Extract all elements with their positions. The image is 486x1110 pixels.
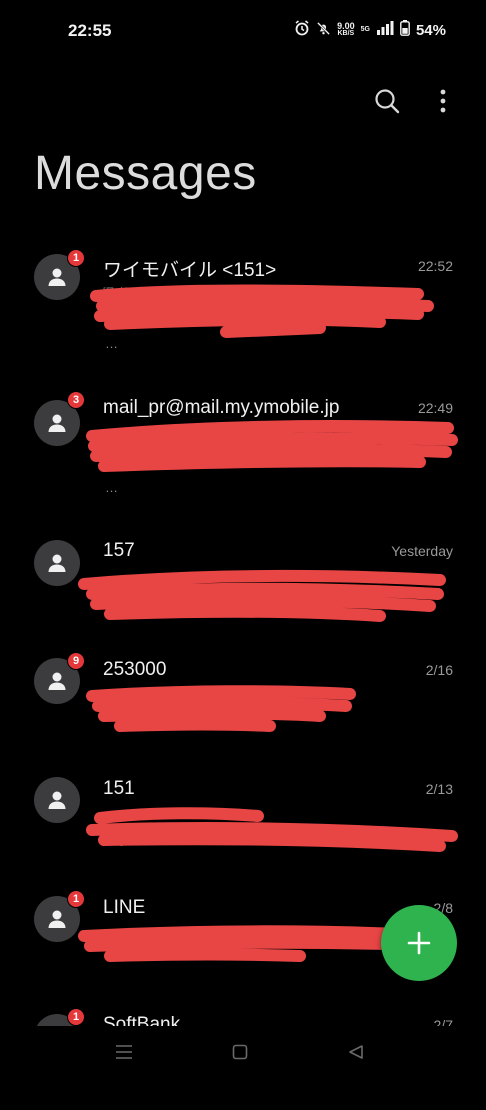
message-snippet: [151] ご案内 詳細は以下をご確認ください © [103,836,282,846]
new-message-button[interactable] [381,905,457,981]
avatar [34,540,80,586]
avatar [34,777,80,823]
recent-apps-icon[interactable] [112,1040,136,1064]
snippet-ellipsis: … [105,336,118,351]
battery-level: 54% [415,21,446,39]
alarm-icon [294,20,310,40]
sender-name: 151 [103,778,135,799]
battery-icon [400,20,410,40]
sender-name: 157 [103,540,135,561]
unread-badge: 1 [67,890,85,908]
sender-name: mail_pr@mail.my.ymobile.jp [103,397,340,418]
message-time: 22:49 [417,400,453,416]
message-time: Yesterday [391,543,453,559]
unread-badge: 1 [67,249,85,267]
back-icon[interactable] [344,1040,368,1064]
network-speed: 9.00 KB/S [337,21,355,38]
message-time: 22:52 [417,258,453,274]
navigation-bar [0,1026,486,1080]
person-icon [48,554,66,572]
person-icon [48,268,66,286]
message-snippet: [Y!mobile] お知らせ メールの内容はこちらからご確認ください [103,429,355,439]
person-icon [48,910,66,928]
message-snippet: [253000] 認証コードのお知らせ [103,690,231,700]
unread-badge: 1 [67,1008,85,1026]
conversation-item[interactable]: 9 253000 2/16 [253000] 認証コードのお知らせ [0,642,486,752]
conversation-item[interactable]: 1 ワイモバイル <151> 22:52 [ワイモバイル] ご利用料金のお知らせ… [0,242,486,352]
mute-bell-icon [316,21,331,40]
person-icon [48,672,66,690]
unread-badge: 9 [67,652,85,670]
sender-name: LINE [103,897,146,918]
status-icons: 9.00 KB/S 5G 54% [294,20,446,40]
search-icon[interactable] [372,86,402,116]
person-icon [48,414,66,432]
signal-icon [376,21,394,39]
status-time: 22:55 [68,21,112,40]
page-title: Messages [34,147,257,200]
conversation-item[interactable]: 3 mail_pr@mail.my.ymobile.jp 22:49 [Y!mo… [0,380,486,495]
person-icon [48,791,66,809]
more-vert-icon[interactable] [428,86,458,116]
network-type: 5G [360,26,370,33]
snippet-ellipsis: … [105,480,118,495]
home-icon[interactable] [228,1040,252,1064]
unread-badge: 3 [67,391,85,409]
status-bar: 22:55 9.00 KB/S 5G 54% [0,0,486,64]
plus-icon [407,931,431,955]
message-time: 2/16 [425,662,453,678]
message-time: 2/13 [425,781,453,797]
message-snippet: [ワイモバイル] ご利用料金のお知らせ 詳しくはこちら [103,286,320,296]
sender-name: 253000 [103,659,167,680]
conversation-item[interactable]: 151 2/13 [151] ご案内 詳細は以下をご確認ください © [0,762,486,872]
sender-name: ワイモバイル <151> [103,260,277,281]
conversation-item[interactable]: 157 Yesterday [0,522,486,632]
